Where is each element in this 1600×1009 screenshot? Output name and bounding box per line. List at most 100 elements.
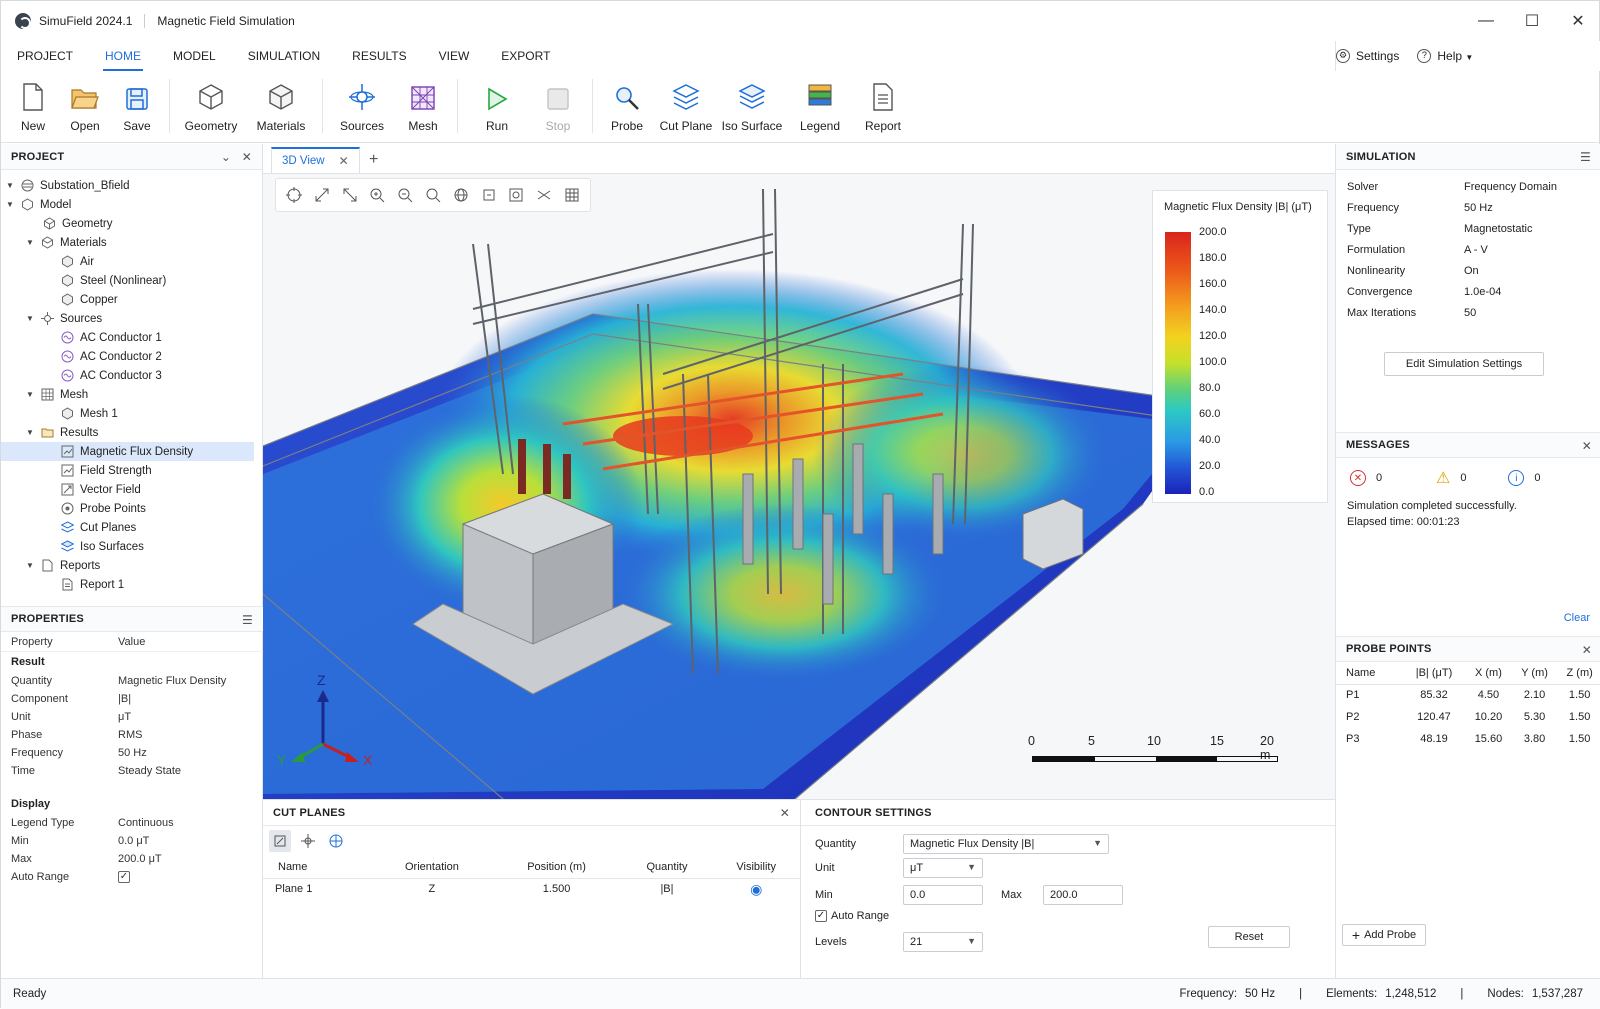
auto-range-checkbox[interactable]: ✓ [815,910,827,922]
menu-project[interactable]: PROJECT [1,41,89,71]
tree-item-ac-conductor-1[interactable]: AC Conductor 1 [1,328,262,347]
new-button[interactable]: New [7,71,59,137]
table-row[interactable]: P3 48.19 15.60 3.80 1.50 [1336,728,1600,750]
max-input[interactable]: 200.0 [1043,885,1123,905]
prop-row[interactable]: Max 200.0 μT [1,850,263,868]
chevron-down-icon[interactable]: ▼ [25,314,35,323]
mesh-button[interactable]: Mesh [395,71,451,137]
menu-home[interactable]: HOME [89,41,157,71]
tree-item-steel[interactable]: Steel (Nonlinear) [1,271,262,290]
tree-item-vector-field[interactable]: Vector Field [1,480,262,499]
visibility-eye-icon[interactable]: ◉ [712,878,800,900]
tab-3d-view[interactable]: 3D View ✕ [271,147,360,173]
expand-icon[interactable] [310,183,334,207]
sources-button[interactable]: Sources [329,71,395,137]
tree-item-field-strength[interactable]: Field Strength [1,461,262,480]
chevron-down-icon[interactable]: ▼ [5,181,15,190]
run-button[interactable]: Run [464,71,530,137]
add-plane-icon[interactable] [269,830,291,852]
menu-model[interactable]: MODEL [157,41,232,71]
chevron-down-icon[interactable]: ▼ [25,428,35,437]
chevron-down-icon[interactable]: ▼ [5,200,15,209]
materials-button[interactable]: Materials [246,71,316,137]
help-button[interactable]: ? Help ▼ [1417,49,1473,64]
prop-row[interactable]: Unit μT [1,708,263,726]
tree-item-report-1[interactable]: Report 1 [1,575,262,594]
close-panel-icon[interactable]: ✕ [1582,643,1592,657]
legend-button[interactable]: Legend [787,71,853,137]
prop-row[interactable]: Component |B| [1,690,263,708]
tree-item-ac-conductor-2[interactable]: AC Conductor 2 [1,347,262,366]
tree-item-sources[interactable]: ▼ Sources [1,309,262,328]
tree-item-probe-points[interactable]: Probe Points [1,499,262,518]
target-icon[interactable] [282,183,306,207]
shrink-icon[interactable] [338,183,362,207]
prop-row[interactable]: Auto Range ✓ [1,868,263,886]
auto-range-checkbox[interactable]: ✓ [118,871,130,883]
chevron-down-icon[interactable]: ▼ [25,238,35,247]
3d-viewport[interactable]: Magnetic Flux Density |B| (μT) 200.0 180… [263,174,1335,816]
tree-item-materials[interactable]: ▼ Materials [1,233,262,252]
tree-item-mesh-1[interactable]: Mesh 1 [1,404,262,423]
table-row[interactable]: P2 120.47 10.20 5.30 1.50 [1336,706,1600,728]
chevron-down-icon[interactable]: ▼ [25,390,35,399]
prop-row[interactable]: Phase RMS [1,726,263,744]
screenshot-icon[interactable] [505,183,529,207]
add-tab-button[interactable]: + [360,147,388,173]
zoom-fit-icon[interactable] [421,183,445,207]
reset-button[interactable]: Reset [1208,926,1290,948]
collapse-chevron-icon[interactable]: ⌄ [221,150,231,164]
close-window-button[interactable]: ✕ [1555,1,1600,41]
tree-item-results[interactable]: ▼ Results [1,423,262,442]
section-cut-icon[interactable] [532,183,556,207]
cut-plane-button[interactable]: Cut Plane [655,71,717,137]
tree-item-magnetic-flux-density[interactable]: Magnetic Flux Density [1,442,254,461]
quantity-select[interactable]: Magnetic Flux Density |B| ▼ [903,834,1109,854]
report-button[interactable]: Report [853,71,913,137]
tree-item-air[interactable]: Air [1,252,262,271]
settings-button[interactable]: ⚙ Settings [1336,49,1399,64]
min-input[interactable]: 0.0 [903,885,983,905]
maximize-button[interactable]: ☐ [1509,1,1555,41]
tree-item-root[interactable]: ▼ Substation_Bfield [1,176,262,195]
prop-row[interactable]: Time Steady State [1,762,263,780]
table-row[interactable]: Plane 1 Z 1.500 |B| ◉ [263,878,800,900]
rotate-view-icon[interactable] [477,183,501,207]
close-panel-icon[interactable]: ✕ [242,150,252,164]
tree-item-iso-surfaces[interactable]: Iso Surfaces [1,537,262,556]
prop-row[interactable]: Legend Type Continuous [1,814,263,832]
minimize-button[interactable]: — [1463,1,1509,41]
error-icon[interactable]: ✕ [1350,470,1366,486]
chevron-down-icon[interactable]: ▼ [25,561,35,570]
hamburger-menu-icon[interactable]: ☰ [242,613,253,627]
edit-simulation-settings-button[interactable]: Edit Simulation Settings [1384,352,1544,376]
iso-surface-button[interactable]: Iso Surface [717,71,787,137]
menu-results[interactable]: RESULTS [336,41,422,71]
tree-item-copper[interactable]: Copper [1,290,262,309]
globe-icon[interactable] [325,830,347,852]
tree-item-geometry[interactable]: Geometry [1,214,262,233]
close-tab-icon[interactable]: ✕ [339,154,349,168]
tree-item-mesh[interactable]: ▼ Mesh [1,385,262,404]
unit-select[interactable]: μT ▼ [903,858,983,878]
prop-row[interactable]: Frequency 50 Hz [1,744,263,762]
tree-item-ac-conductor-3[interactable]: AC Conductor 3 [1,366,262,385]
hamburger-menu-icon[interactable]: ☰ [1580,150,1591,164]
prop-row[interactable]: Quantity Magnetic Flux Density [1,672,263,690]
move-plane-icon[interactable] [297,830,319,852]
save-button[interactable]: Save [111,71,163,137]
probe-button[interactable]: Probe [599,71,655,137]
tree-item-cut-planes[interactable]: Cut Planes [1,518,262,537]
table-row[interactable]: P1 85.32 4.50 2.10 1.50 [1336,684,1600,706]
globe-icon[interactable] [449,183,473,207]
menu-export[interactable]: EXPORT [485,41,566,71]
menu-view[interactable]: VIEW [423,41,486,71]
add-probe-button[interactable]: + Add Probe [1342,924,1426,946]
tree-item-model[interactable]: ▼ Model [1,195,262,214]
prop-row[interactable]: Min 0.0 μT [1,832,263,850]
close-panel-icon[interactable]: ✕ [1582,439,1592,453]
geometry-button[interactable]: Geometry [176,71,246,137]
open-button[interactable]: Open [59,71,111,137]
menu-simulation[interactable]: SIMULATION [232,41,336,71]
stop-button[interactable]: Stop [530,71,586,137]
